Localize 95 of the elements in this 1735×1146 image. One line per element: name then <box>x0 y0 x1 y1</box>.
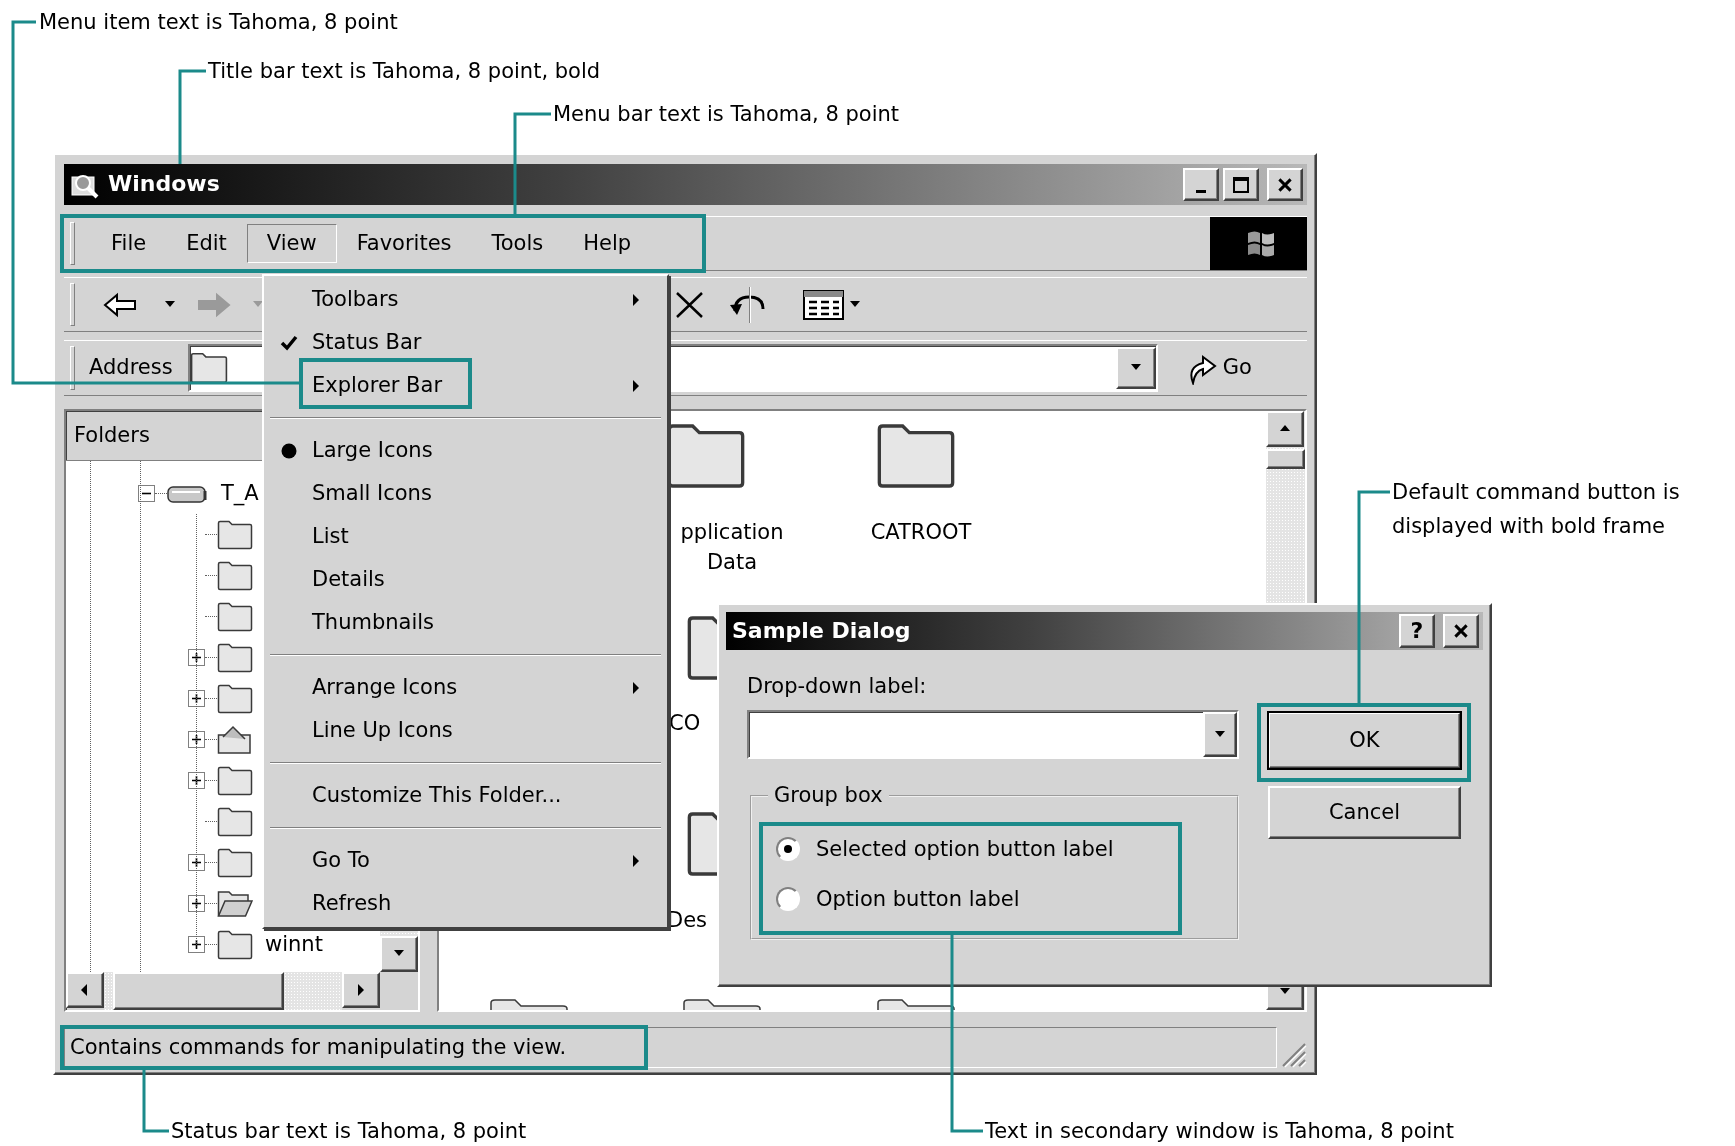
menu-item[interactable]: Details <box>266 558 665 601</box>
status-text: Contains commands for manipulating the view. <box>60 1025 648 1070</box>
menu-item[interactable]: Small Icons <box>266 472 665 515</box>
file-label[interactable]: CATROOT <box>856 517 986 547</box>
callout-text: Status bar text is Tahoma, 8 point <box>171 1118 527 1144</box>
radio-button[interactable] <box>776 887 800 912</box>
pane-title: Folders <box>74 422 150 449</box>
folder-icon <box>217 518 253 551</box>
folder-icon <box>217 600 253 633</box>
file-label[interactable]: pplication Data <box>669 517 795 577</box>
delete-icon <box>674 289 705 320</box>
bullet-icon <box>281 442 297 459</box>
forward-arrow-icon <box>195 291 231 318</box>
folder-icon <box>217 764 253 797</box>
menu-item[interactable]: Favorites <box>336 223 472 264</box>
option-label[interactable]: Selected option button label <box>816 836 1114 862</box>
folder-icon <box>876 997 956 1010</box>
dropdown-button[interactable] <box>1203 712 1237 758</box>
menu-item[interactable]: Explorer Bar <box>266 364 665 407</box>
folder-icon <box>217 641 253 674</box>
logo-icon <box>1210 217 1307 270</box>
scroll-up-button[interactable] <box>1266 411 1304 447</box>
folder-icon <box>217 559 253 592</box>
maximize-button[interactable] <box>1223 168 1259 201</box>
maximize-icon <box>1232 175 1250 194</box>
expand-icon[interactable] <box>188 649 205 666</box>
close-button[interactable] <box>1443 614 1479 648</box>
dropdown-field[interactable] <box>747 710 1239 760</box>
back-arrow-icon <box>103 291 139 318</box>
help-button[interactable]: ? <box>1399 614 1435 648</box>
grip-handle[interactable] <box>70 283 75 326</box>
menu-item[interactable]: Go To <box>266 839 665 882</box>
close-icon <box>1276 175 1294 194</box>
grip-handle[interactable] <box>70 346 75 390</box>
views-button[interactable] <box>803 289 862 320</box>
dialog-title: Sample Dialog <box>732 617 911 645</box>
folder-icon <box>217 682 253 715</box>
scroll-right-button[interactable] <box>342 972 380 1008</box>
close-button[interactable] <box>1267 168 1303 201</box>
radio-button[interactable] <box>776 837 800 862</box>
expand-icon[interactable] <box>188 731 205 748</box>
folder-icon <box>489 997 569 1010</box>
folder-icon <box>217 723 253 756</box>
minimize-icon <box>1196 190 1206 193</box>
file-label[interactable]: CO <box>669 708 713 738</box>
menu-item[interactable]: Help <box>563 223 652 264</box>
option-label[interactable]: Option button label <box>816 886 1020 912</box>
delete-button[interactable] <box>674 289 705 320</box>
minimize-button[interactable] <box>1183 168 1219 201</box>
menu-item[interactable]: Tools <box>471 223 564 264</box>
tree-label[interactable]: winnt <box>265 931 323 958</box>
folder-icon <box>876 422 956 490</box>
menu-item[interactable]: Line Up Icons <box>266 709 665 752</box>
menu-item[interactable]: Status Bar <box>266 321 665 364</box>
menu-item[interactable]: Edit <box>166 223 247 264</box>
back-button[interactable] <box>103 291 177 318</box>
group-box-label: Group box <box>773 783 884 809</box>
menu-item[interactable]: Toolbars <box>266 278 665 321</box>
menu-item[interactable]: Large Icons <box>266 429 665 472</box>
menu-item[interactable]: Customize This Folder... <box>266 774 665 817</box>
callout-text: Menu item text is Tahoma, 8 point <box>39 9 398 35</box>
scroll-thumb[interactable] <box>113 972 284 1010</box>
menu-item[interactable]: Refresh <box>266 882 665 925</box>
folder-icon <box>217 805 253 838</box>
menu-item[interactable]: Arrange Icons <box>266 666 665 709</box>
go-button[interactable]: Go <box>1184 351 1252 385</box>
close-icon <box>1452 622 1470 640</box>
scroll-thumb[interactable] <box>1266 449 1305 469</box>
menu-item[interactable]: View <box>246 223 337 264</box>
views-icon <box>803 289 844 320</box>
leader-line <box>142 1069 169 1133</box>
expand-icon[interactable] <box>188 895 205 912</box>
menu-item[interactable]: File <box>91 223 167 264</box>
menu-item[interactable]: List <box>266 515 665 558</box>
callout-text: Title bar text is Tahoma, 8 point, bold <box>208 58 601 84</box>
grip-handle[interactable] <box>70 222 75 265</box>
folder-icon <box>217 846 253 879</box>
check-icon <box>280 334 298 351</box>
tree-label[interactable]: T_A <box>221 480 259 507</box>
folder-icon <box>217 928 253 961</box>
menu-item[interactable]: Thumbnails <box>266 601 665 644</box>
dialog-button[interactable]: OK <box>1268 712 1461 769</box>
dropdown-button[interactable] <box>1115 347 1156 389</box>
address-label: Address <box>89 355 173 381</box>
folder-icon <box>189 352 228 384</box>
dialog-button[interactable]: Cancel <box>1268 786 1461 839</box>
scroll-down-button[interactable] <box>380 936 418 972</box>
window-title: Windows <box>108 171 220 198</box>
callout-text: Default command button is displayed with bold frame <box>1392 479 1681 540</box>
callout-text: Menu bar text is Tahoma, 8 point <box>553 101 900 127</box>
expand-icon[interactable] <box>188 936 205 953</box>
callout-text: Text in secondary window is Tahoma, 8 point <box>985 1118 1454 1144</box>
folder-icon <box>682 997 762 1010</box>
field-label: Drop-down label: <box>747 674 928 700</box>
scroll-left-button[interactable] <box>66 972 104 1008</box>
